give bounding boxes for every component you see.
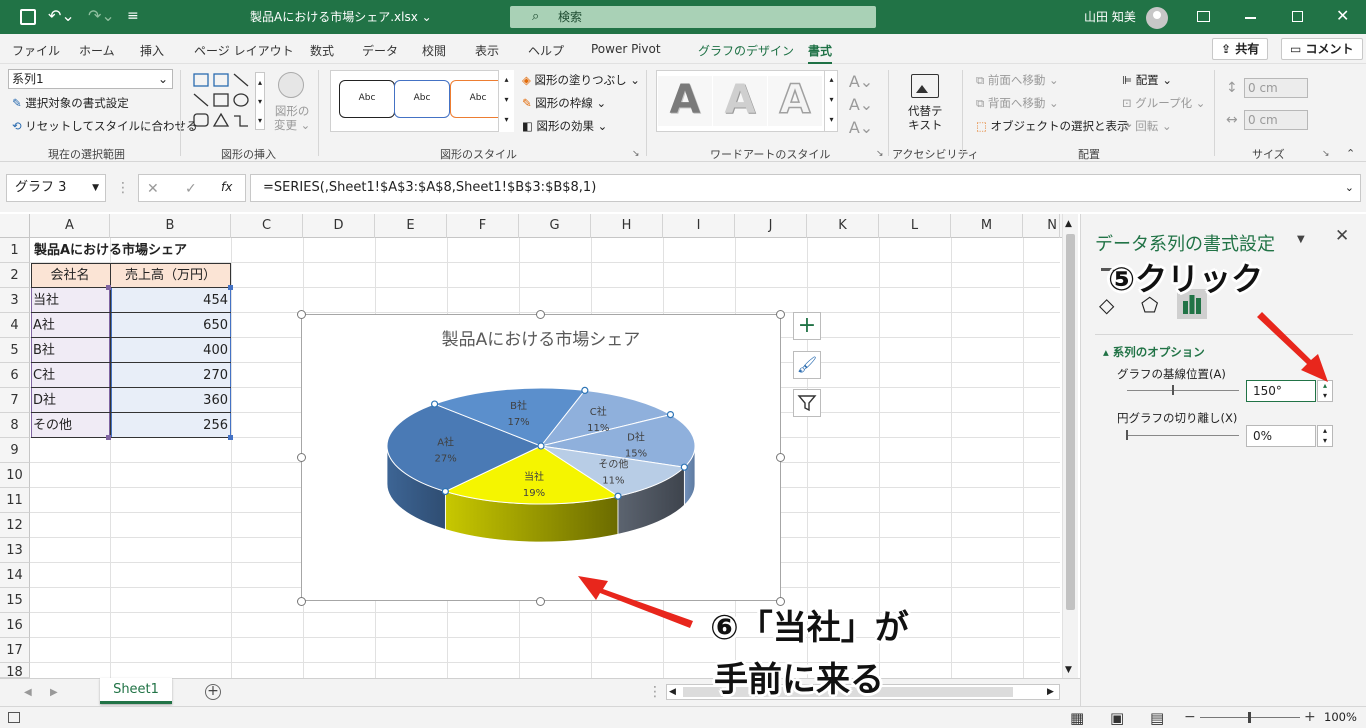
excel-window: ↶⌄ ↷⌄ ≡ 製品Aにおける市場シェア.xlsx ⌄ ⌕ 検索 山田 知美 ✕… [0,0,1366,728]
annotation-step6-line2: 手前に来る [714,660,884,700]
annotation-overlay [578,312,1328,628]
arrow-to-spinner [1257,312,1328,382]
arrow-to-slice [578,576,693,628]
annotation-step5: ⑤クリック [1108,260,1264,298]
annotation-step6-line1: ⑥「当社」が [710,608,909,648]
